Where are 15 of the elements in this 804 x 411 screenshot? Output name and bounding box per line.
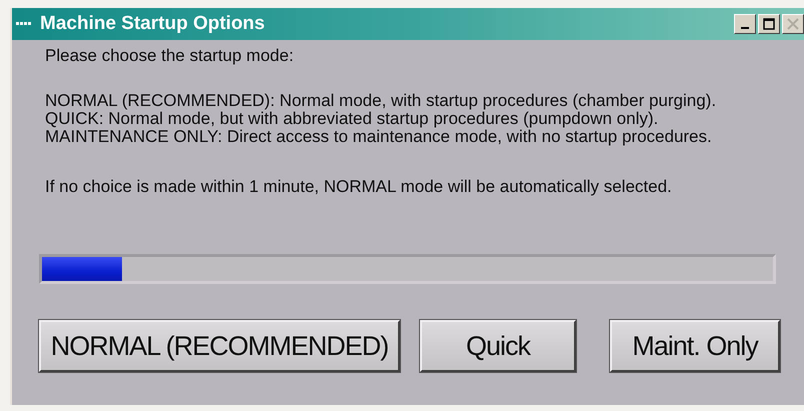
mode-button[interactable]: Maint. Only bbox=[610, 320, 780, 372]
close-icon bbox=[785, 17, 801, 31]
minimize-icon bbox=[741, 27, 749, 29]
window-title: Machine Startup Options bbox=[40, 13, 266, 35]
mode-description: NORMAL (RECOMMENDED): Normal mode, with startup procedures (chamber purging). bbox=[45, 92, 718, 110]
maximize-icon bbox=[761, 17, 777, 31]
prompt-text: Please choose the startup mode: bbox=[45, 47, 295, 65]
maximize-button[interactable] bbox=[758, 14, 780, 34]
app-icon bbox=[16, 21, 32, 27]
mode-button[interactable]: NORMAL (RECOMMENDED) bbox=[39, 320, 400, 372]
mode-button[interactable]: Quick bbox=[420, 320, 576, 372]
minimize-button[interactable] bbox=[734, 14, 756, 34]
timeout-notice: If no choice is made within 1 minute, NORMAL mode will be automatically selected. bbox=[45, 178, 673, 196]
mode-description: MAINTENANCE ONLY: Direct access to maintenance mode, with no startup procedures. bbox=[45, 128, 713, 146]
mode-description: QUICK: Normal mode, but with abbreviated startup procedures (pumpdown only). bbox=[45, 110, 658, 128]
